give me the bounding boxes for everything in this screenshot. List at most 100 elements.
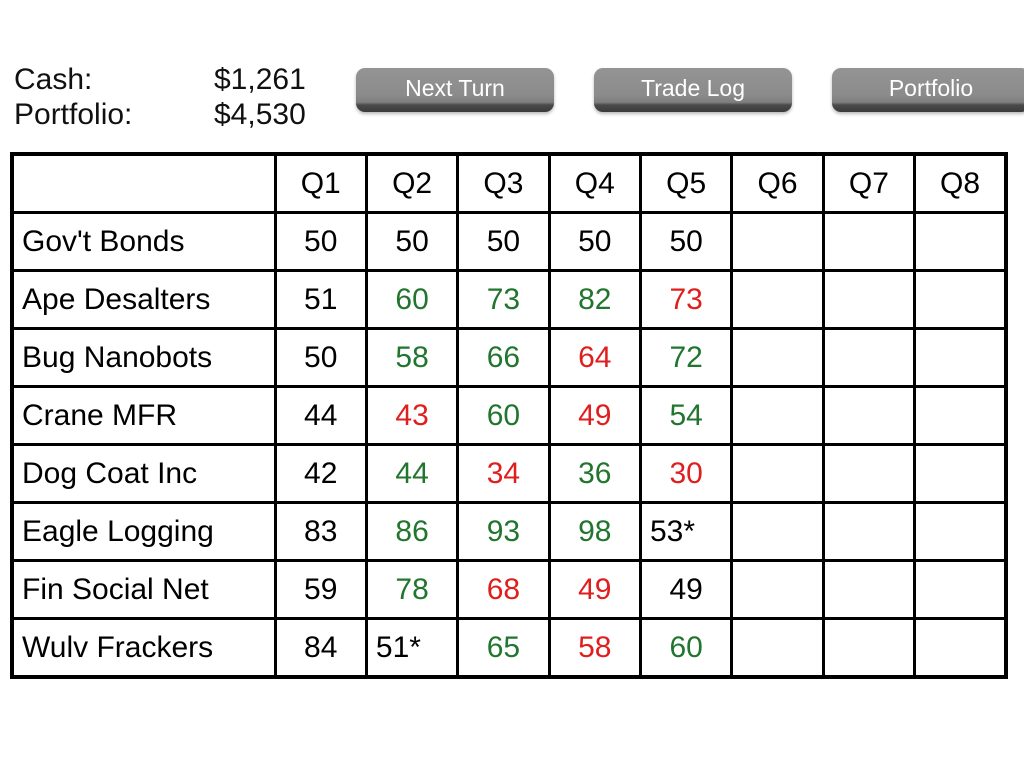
- price-cell[interactable]: 49: [638, 559, 734, 620]
- price-cell[interactable]: 50: [547, 211, 642, 272]
- price-cell[interactable]: [913, 327, 1008, 388]
- price-cell[interactable]: 83: [273, 501, 368, 562]
- price-cell[interactable]: 30: [638, 443, 734, 504]
- table-head: Q1 Q2 Q3 Q4 Q5 Q6 Q7 Q8: [10, 152, 1008, 214]
- stock-name-cell[interactable]: Fin Social Net: [10, 559, 277, 620]
- price-cell[interactable]: 49: [547, 385, 642, 446]
- price-cell[interactable]: 50: [638, 211, 734, 272]
- column-header-q5[interactable]: Q5: [638, 152, 734, 214]
- price-cell[interactable]: [913, 617, 1008, 679]
- trade-log-button[interactable]: Trade Log: [594, 68, 792, 112]
- column-header-q7[interactable]: Q7: [821, 152, 917, 214]
- price-cell[interactable]: 44: [364, 443, 460, 504]
- price-cell[interactable]: 43: [364, 385, 460, 446]
- price-cell[interactable]: [730, 559, 825, 620]
- price-cell[interactable]: 36: [547, 443, 642, 504]
- next-turn-button[interactable]: Next Turn: [356, 68, 554, 112]
- stock-name-cell[interactable]: Dog Coat Inc: [10, 443, 277, 504]
- price-cell[interactable]: 54: [638, 385, 734, 446]
- price-cell[interactable]: 82: [547, 269, 642, 330]
- price-cell[interactable]: [730, 443, 825, 504]
- price-cell[interactable]: [913, 501, 1008, 562]
- price-cell[interactable]: [730, 501, 825, 562]
- price-cell[interactable]: 73: [456, 269, 551, 330]
- price-cell[interactable]: 58: [547, 617, 642, 679]
- price-cell[interactable]: 73: [638, 269, 734, 330]
- cash-row: Cash: $1,261: [14, 62, 344, 97]
- table-row[interactable]: Crane MFR 44 43 60 49 54: [10, 385, 1008, 446]
- price-cell[interactable]: 60: [364, 269, 460, 330]
- price-cell[interactable]: [821, 617, 917, 679]
- table-row[interactable]: Fin Social Net 59 78 68 49 49: [10, 559, 1008, 620]
- price-cell[interactable]: 44: [273, 385, 368, 446]
- price-cell[interactable]: 60: [638, 617, 734, 679]
- price-cell[interactable]: 98: [547, 501, 642, 562]
- price-cell[interactable]: [821, 327, 917, 388]
- price-cell[interactable]: 86: [364, 501, 460, 562]
- price-cell[interactable]: [730, 385, 825, 446]
- price-cell[interactable]: 84: [273, 617, 368, 679]
- cash-value: $1,261: [214, 63, 306, 96]
- table-header-row: Q1 Q2 Q3 Q4 Q5 Q6 Q7 Q8: [10, 152, 1008, 214]
- table-row[interactable]: Bug Nanobots 50 58 66 64 72: [10, 327, 1008, 388]
- stock-name-cell[interactable]: Crane MFR: [10, 385, 277, 446]
- stock-name-cell[interactable]: Eagle Logging: [10, 501, 277, 562]
- table-row[interactable]: Dog Coat Inc 42 44 34 36 30: [10, 443, 1008, 504]
- price-cell[interactable]: [821, 385, 917, 446]
- price-cell[interactable]: 64: [547, 327, 642, 388]
- price-cell[interactable]: 34: [456, 443, 551, 504]
- table-row[interactable]: Ape Desalters 51 60 73 82 73: [10, 269, 1008, 330]
- price-cell[interactable]: [821, 443, 917, 504]
- price-cell[interactable]: [913, 443, 1008, 504]
- price-cell[interactable]: 58: [364, 327, 460, 388]
- column-header-q3[interactable]: Q3: [456, 152, 551, 214]
- price-cell[interactable]: 50: [273, 211, 368, 272]
- price-cell[interactable]: [821, 559, 917, 620]
- price-cell[interactable]: 50: [456, 211, 551, 272]
- price-cell[interactable]: 51: [273, 269, 368, 330]
- price-cell[interactable]: [913, 211, 1008, 272]
- column-header-q2[interactable]: Q2: [364, 152, 460, 214]
- column-header-q4[interactable]: Q4: [547, 152, 642, 214]
- price-cell[interactable]: 49: [547, 559, 642, 620]
- table-row[interactable]: Eagle Logging 83 86 93 98 53*: [10, 501, 1008, 562]
- column-header-q8[interactable]: Q8: [913, 152, 1008, 214]
- price-cell[interactable]: [730, 211, 825, 272]
- price-cell[interactable]: 42: [273, 443, 368, 504]
- price-cell[interactable]: 65: [456, 617, 551, 679]
- price-cell[interactable]: [913, 269, 1008, 330]
- portfolio-button-label: Portfolio: [888, 75, 974, 101]
- price-cell[interactable]: 50: [364, 211, 460, 272]
- stock-name-cell[interactable]: Wulv Frackers: [10, 617, 277, 679]
- table-body: Gov't Bonds 50 50 50 50 50 Ape Desalters 51 60 73…: [10, 211, 1008, 679]
- price-cell[interactable]: 51*: [364, 617, 460, 679]
- price-cell[interactable]: [730, 269, 825, 330]
- stock-name-cell[interactable]: Gov't Bonds: [10, 211, 277, 272]
- portfolio-button[interactable]: Portfolio: [832, 68, 1024, 112]
- price-cell[interactable]: [821, 501, 917, 562]
- stock-name-cell[interactable]: Ape Desalters: [10, 269, 277, 330]
- status-panel: Cash: $1,261 Portfolio: $4,530: [14, 62, 344, 132]
- column-header-q1[interactable]: Q1: [273, 152, 368, 214]
- price-cell[interactable]: [821, 269, 917, 330]
- price-cell[interactable]: [730, 617, 825, 679]
- price-cell[interactable]: 72: [638, 327, 734, 388]
- price-cell[interactable]: 68: [456, 559, 551, 620]
- price-cell[interactable]: 53*: [638, 501, 734, 562]
- price-cell[interactable]: [913, 385, 1008, 446]
- table-row[interactable]: Gov't Bonds 50 50 50 50 50: [10, 211, 1008, 272]
- stock-name-cell[interactable]: Bug Nanobots: [10, 327, 277, 388]
- portfolio-value: $4,530: [214, 98, 306, 131]
- price-cell[interactable]: 60: [456, 385, 551, 446]
- price-cell[interactable]: 59: [273, 559, 368, 620]
- price-cell[interactable]: 50: [273, 327, 368, 388]
- price-cell[interactable]: 93: [456, 501, 551, 562]
- action-button-bar: Next Turn Trade Log Portfolio: [356, 68, 1024, 112]
- price-cell[interactable]: [730, 327, 825, 388]
- price-cell[interactable]: [913, 559, 1008, 620]
- table-row[interactable]: Wulv Frackers 84 51* 65 58 60: [10, 617, 1008, 679]
- price-cell[interactable]: [821, 211, 917, 272]
- price-cell[interactable]: 78: [364, 559, 460, 620]
- column-header-q6[interactable]: Q6: [730, 152, 825, 214]
- price-cell[interactable]: 66: [456, 327, 551, 388]
